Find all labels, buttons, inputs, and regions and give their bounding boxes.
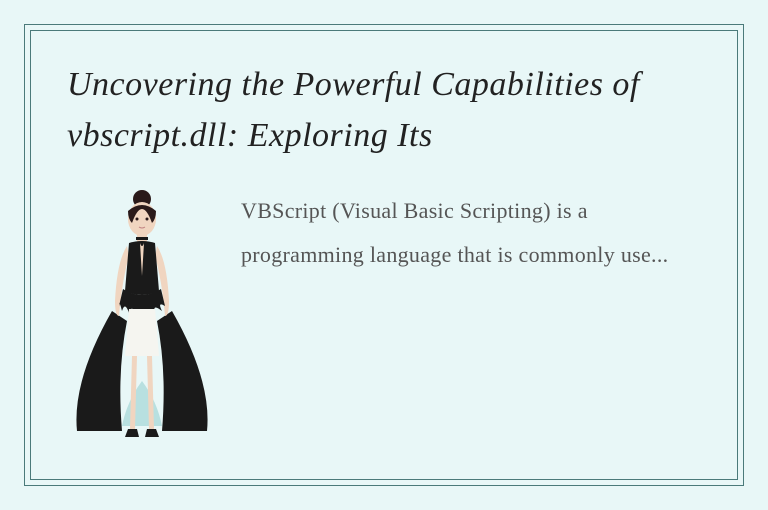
article-image: [67, 181, 217, 441]
article-title: Uncovering the Powerful Capabilities of …: [67, 59, 701, 161]
content-row: VBScript (Visual Basic Scripting) is a p…: [67, 181, 701, 441]
article-card: Uncovering the Powerful Capabilities of …: [24, 24, 744, 486]
article-body: VBScript (Visual Basic Scripting) is a p…: [241, 181, 701, 277]
card-inner: Uncovering the Powerful Capabilities of …: [30, 30, 738, 480]
